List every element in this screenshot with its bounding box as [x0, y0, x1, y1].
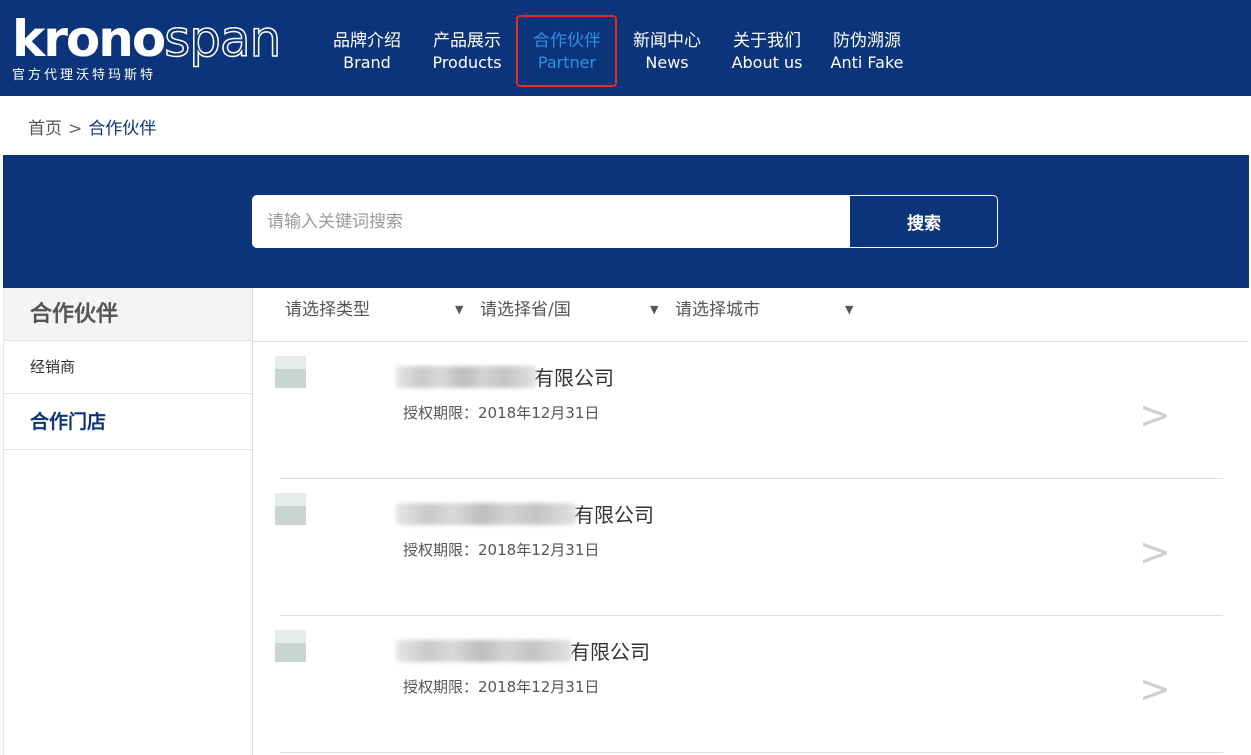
- authorization-term: 授权期限：2018年12月31日: [403, 676, 599, 697]
- nav-label-en: Products: [432, 53, 502, 72]
- sidebar-item-dealer[interactable]: 经销商: [4, 341, 252, 394]
- redacted-name-blur: [396, 502, 576, 525]
- nav-label-en: Anti Fake: [830, 53, 904, 72]
- search-form: 搜索: [252, 195, 998, 248]
- term-label: 授权期限：: [403, 404, 479, 422]
- redacted-name-blur: [396, 365, 536, 388]
- partner-name-suffix: 有限公司: [574, 503, 654, 527]
- partner-logo-thumbnail: [275, 493, 306, 525]
- nav-item-news[interactable]: 新闻中心 News: [619, 30, 715, 74]
- nav-label-cn: 品牌介绍: [333, 31, 401, 51]
- caret-down-icon: ▼: [455, 303, 464, 316]
- partner-name-suffix: 有限公司: [570, 640, 650, 664]
- partner-name: 有限公司: [396, 362, 614, 390]
- province-select-label: 请选择省/国: [480, 300, 571, 320]
- term-value: 2018年12月31日: [478, 541, 600, 559]
- partner-name: 有限公司: [396, 499, 654, 527]
- city-select-label: 请选择城市: [675, 300, 760, 320]
- caret-down-icon: ▼: [845, 303, 854, 316]
- breadcrumb-home-link[interactable]: 首页: [28, 119, 62, 139]
- redacted-name-blur: [396, 639, 572, 662]
- active-nav-highlight-box: [516, 15, 617, 87]
- partner-logo-thumbnail: [275, 356, 306, 388]
- partner-list-item[interactable]: 有限公司 授权期限：2018年12月31日 >: [253, 479, 1249, 616]
- partner-name-suffix: 有限公司: [534, 366, 614, 390]
- term-value: 2018年12月31日: [478, 404, 600, 422]
- row-divider: [280, 752, 1223, 753]
- partner-list-item[interactable]: 有限公司 授权期限：2018年12月31日 >: [253, 342, 1249, 479]
- search-input[interactable]: [253, 196, 849, 247]
- logo-wordmark-bold: krono: [12, 10, 166, 68]
- logo-wordmark-outline: span: [163, 10, 282, 68]
- sidebar-item-partner-stores[interactable]: 合作门店: [4, 394, 252, 450]
- chevron-right-icon[interactable]: >: [1139, 664, 1171, 714]
- site-header: kronospan 官方代理沃特玛斯特 品牌介绍 Brand 产品展示 Prod…: [0, 0, 1251, 96]
- term-value: 2018年12月31日: [478, 678, 600, 696]
- type-select[interactable]: 请选择类型 ▼: [285, 288, 465, 332]
- kronospan-logo[interactable]: kronospan 官方代理沃特玛斯特: [12, 13, 302, 84]
- nav-item-products[interactable]: 产品展示 Products: [419, 30, 515, 74]
- partner-logo-thumbnail: [275, 630, 306, 662]
- nav-label-cn: 新闻中心: [633, 31, 701, 51]
- breadcrumb-separator: >: [68, 119, 83, 139]
- nav-label-en: Brand: [343, 53, 391, 72]
- nav-label-en: News: [645, 53, 689, 72]
- nav-item-about[interactable]: 关于我们 About us: [719, 30, 815, 74]
- term-label: 授权期限：: [403, 678, 479, 696]
- nav-item-anti-fake[interactable]: 防伪溯源 Anti Fake: [819, 30, 915, 74]
- chevron-right-icon[interactable]: >: [1139, 390, 1171, 440]
- authorization-term: 授权期限：2018年12月31日: [403, 539, 599, 560]
- caret-down-icon: ▼: [650, 303, 659, 316]
- logo-wordmark: kronospan: [12, 13, 282, 65]
- nav-label-cn: 防伪溯源: [833, 31, 901, 51]
- chevron-right-icon[interactable]: >: [1139, 527, 1171, 577]
- province-select[interactable]: 请选择省/国 ▼: [480, 288, 660, 332]
- authorization-term: 授权期限：2018年12月31日: [403, 402, 599, 423]
- city-select[interactable]: 请选择城市 ▼: [675, 288, 855, 332]
- nav-item-brand[interactable]: 品牌介绍 Brand: [319, 30, 415, 74]
- nav-label-en: About us: [731, 53, 803, 72]
- nav-label-cn: 关于我们: [733, 31, 801, 51]
- term-label: 授权期限：: [403, 541, 479, 559]
- breadcrumb-current: 合作伙伴: [88, 119, 157, 139]
- sidebar: 合作伙伴 经销商 合作门店: [3, 288, 253, 755]
- sidebar-title: 合作伙伴: [4, 288, 252, 341]
- search-button[interactable]: 搜索: [850, 196, 997, 247]
- nav-label-cn: 产品展示: [433, 31, 501, 51]
- filter-bar: 请选择类型 ▼ 请选择省/国 ▼ 请选择城市 ▼: [253, 288, 1249, 342]
- partner-name: 有限公司: [396, 636, 650, 664]
- type-select-label: 请选择类型: [285, 300, 370, 320]
- logo-subtitle: 官方代理沃特玛斯特: [12, 68, 157, 83]
- partner-list-item[interactable]: 有限公司 授权期限：2018年12月31日 >: [253, 616, 1249, 753]
- breadcrumb: 首页 > 合作伙伴: [28, 114, 156, 139]
